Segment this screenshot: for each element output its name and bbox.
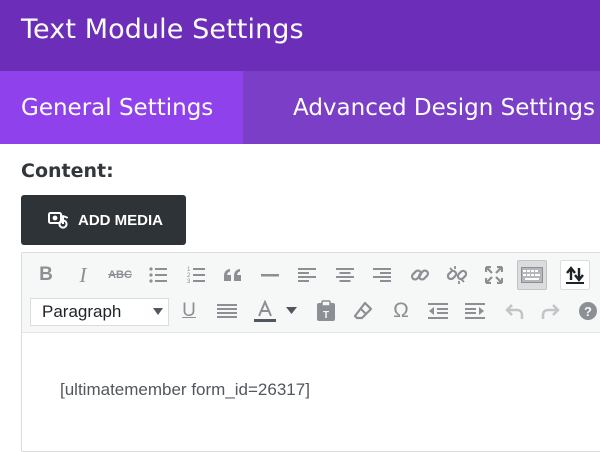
toolbar-toggle-icon: [521, 267, 543, 283]
bullet-list-icon: [149, 267, 167, 283]
redo-icon: [541, 304, 560, 319]
undo-button[interactable]: [500, 297, 528, 325]
svg-text:?: ?: [584, 304, 592, 319]
paste-as-text-button[interactable]: T: [312, 297, 340, 325]
align-left-button[interactable]: [293, 261, 321, 289]
editor-content[interactable]: [ultimatemember form_id=26317]: [60, 380, 310, 400]
clear-formatting-button[interactable]: [349, 297, 377, 325]
align-right-icon: [373, 268, 391, 282]
content-label: Content:: [21, 160, 114, 182]
fullscreen-button[interactable]: [480, 261, 508, 289]
justify-icon: [217, 304, 237, 318]
modal-title: Text Module Settings: [21, 14, 304, 45]
justify-button[interactable]: [213, 297, 241, 325]
settings-tabs: General Settings Advanced Design Setting…: [0, 71, 600, 144]
insert-link-button[interactable]: [406, 261, 434, 289]
horizontal-line-button[interactable]: [256, 261, 284, 289]
numbered-list-icon: 1 2 3: [187, 267, 205, 284]
underline-button[interactable]: U: [175, 297, 203, 325]
format-select[interactable]: Paragraph: [30, 298, 169, 326]
special-character-button[interactable]: Ω: [387, 297, 415, 325]
svg-text:T: T: [323, 310, 329, 321]
italic-button[interactable]: I: [69, 261, 97, 289]
bold-button[interactable]: B: [32, 261, 60, 289]
strikethrough-icon: ABC: [108, 269, 132, 281]
text-color-icon: [254, 300, 276, 322]
align-center-button[interactable]: [331, 261, 359, 289]
add-media-button[interactable]: ADD MEDIA: [21, 195, 186, 245]
add-media-label: ADD MEDIA: [78, 211, 163, 229]
outdent-button[interactable]: [424, 297, 452, 325]
format-select-value: Paragraph: [42, 302, 122, 321]
editor-toolbar: B I ABC 1 2 3 Paragraph U T Ω ?: [22, 253, 600, 333]
caret-down-icon: [285, 307, 297, 314]
horizontal-line-icon: [261, 274, 279, 277]
indent-button[interactable]: [461, 297, 489, 325]
numbered-list-button[interactable]: 1 2 3: [182, 261, 210, 289]
tab-advanced-design-settings[interactable]: Advanced Design Settings: [243, 71, 600, 144]
underline-icon: U: [182, 300, 196, 321]
upload-button[interactable]: [560, 260, 590, 290]
bold-icon: B: [39, 264, 53, 285]
blockquote-icon: [224, 269, 241, 281]
undo-icon: [505, 304, 524, 319]
italic-icon: I: [79, 262, 87, 287]
blockquote-button[interactable]: [219, 261, 247, 289]
text-editor: B I ABC 1 2 3 Paragraph U T Ω ? [ultimat…: [21, 252, 600, 452]
unlink-icon: [447, 266, 467, 284]
tab-general-settings[interactable]: General Settings: [0, 71, 243, 144]
svg-text:3: 3: [187, 279, 191, 284]
special-character-icon: Ω: [393, 299, 409, 322]
paste-text-icon: T: [317, 300, 335, 321]
align-right-button[interactable]: [368, 261, 396, 289]
outdent-icon: [428, 303, 448, 319]
bullet-list-button[interactable]: [144, 261, 172, 289]
strikethrough-button[interactable]: ABC: [106, 261, 134, 289]
align-left-icon: [298, 268, 316, 282]
redo-button[interactable]: [537, 297, 565, 325]
help-icon: ?: [579, 302, 597, 320]
text-color-button[interactable]: [251, 297, 279, 325]
link-icon: [410, 269, 430, 281]
toolbar-toggle-button[interactable]: [517, 260, 547, 290]
chevron-down-icon: [153, 308, 163, 315]
indent-icon: [465, 303, 485, 319]
modal-header: Text Module Settings: [0, 0, 600, 71]
media-icon: [48, 212, 68, 229]
upload-icon: [566, 266, 584, 284]
text-color-dropdown[interactable]: [282, 297, 300, 325]
clear-formatting-icon: [353, 301, 373, 320]
unlink-button[interactable]: [443, 261, 471, 289]
fullscreen-icon: [485, 266, 503, 284]
align-center-icon: [336, 268, 354, 282]
help-button[interactable]: ?: [574, 297, 600, 325]
